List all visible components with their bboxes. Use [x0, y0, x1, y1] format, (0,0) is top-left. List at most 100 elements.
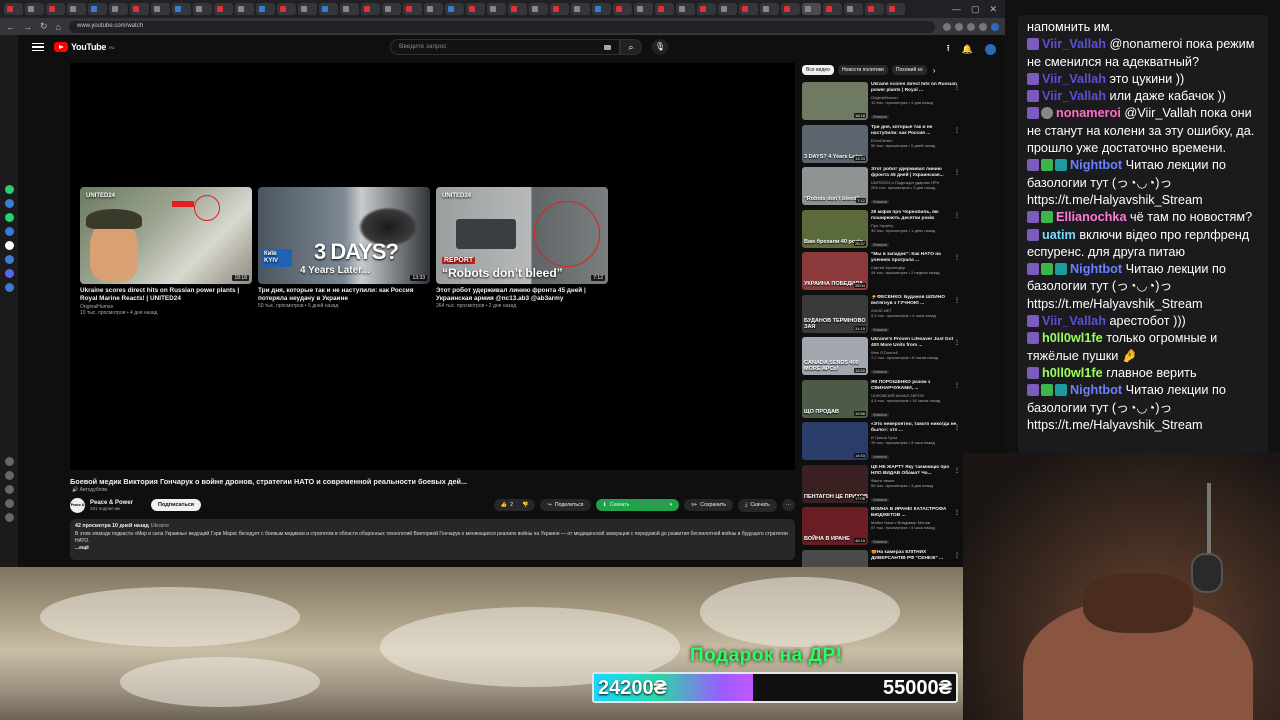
keyboard-icon[interactable] — [604, 45, 611, 50]
recommended-video[interactable]: 18:18 Ukraine scores direct hits on Russi… — [802, 82, 962, 125]
sidebar-app-icon[interactable] — [4, 213, 14, 222]
more-vertical-icon[interactable]: ⋮ — [954, 424, 960, 431]
download-quality-select[interactable]: 1080 - EN-HB — [634, 502, 666, 508]
browser-tab[interactable] — [88, 3, 107, 15]
settings-icon[interactable] — [4, 457, 14, 466]
recommended-video[interactable]: БУДАНОВ ТЕРМІНОВО ЗАЯ 31:15 ⚡ФЕСЕНКО: Буда… — [802, 294, 962, 338]
browser-tab[interactable] — [151, 3, 170, 15]
recommended-title[interactable]: "Мы в западнє": Как НАТО на учениях прог… — [871, 252, 957, 264]
thumbs-down-icon[interactable]: 👎 — [522, 502, 528, 508]
more-icon[interactable] — [4, 513, 14, 522]
recommended-thumbnail[interactable]: ВОЙНА В ИРАНЕ 45:15 — [802, 507, 868, 545]
recommended-thumbnail[interactable]: 3 DAYS? 4 Years Later... 13:33 — [802, 124, 868, 163]
endcard-video-1[interactable]: UNITED24 18:18 Ukraine scores direct hit… — [80, 187, 252, 316]
browser-tab[interactable] — [109, 3, 128, 15]
recommended-title[interactable]: Три дня, которые так и не наступили: как… — [871, 125, 957, 137]
more-vertical-icon[interactable]: ⋮ — [954, 254, 960, 261]
browser-tab[interactable] — [46, 3, 65, 15]
search-button[interactable]: ⌕ — [620, 39, 642, 55]
bell-icon[interactable]: 🔔 — [962, 44, 973, 55]
chat-username[interactable]: Nightbot — [1070, 158, 1122, 172]
extension-icon[interactable] — [943, 22, 951, 31]
endcard-video-2[interactable]: 3 DAYS? 4 Years Later... Київ KYIV 13:33… — [258, 187, 430, 309]
browser-tab[interactable] — [760, 3, 779, 15]
browser-tab[interactable] — [550, 3, 569, 15]
chip-filter[interactable]: Все видео — [802, 65, 834, 75]
more-vertical-icon[interactable]: ⋮ — [954, 552, 960, 559]
upload-icon[interactable]: ⭱ — [947, 41, 950, 57]
browser-tab[interactable] — [697, 3, 716, 15]
like-dislike-button[interactable]: 👍 2 👎 — [493, 499, 536, 511]
recommended-title[interactable]: Ukraine scores direct hits on Russian po… — [871, 82, 957, 94]
search-input[interactable]: Введите запрос — [390, 39, 620, 55]
chat-username[interactable]: nonameroi — [1056, 106, 1121, 120]
sidebar-app-icon[interactable] — [4, 283, 14, 292]
chip-filter[interactable]: Похожий ко — [891, 65, 927, 75]
more-vertical-icon[interactable]: ⋮ — [954, 169, 960, 176]
browser-tab[interactable] — [445, 3, 464, 15]
browser-tab[interactable] — [340, 3, 359, 15]
browser-tab[interactable] — [319, 3, 338, 15]
thumbs-up-icon[interactable]: 👍 — [501, 502, 507, 508]
browser-tab[interactable] — [634, 3, 653, 15]
browser-tab[interactable] — [718, 3, 737, 15]
endcard-title[interactable]: Этот робот удерживал линию фронта 45 дне… — [436, 287, 608, 303]
endcard-title[interactable]: Три дня, которые так и не наступили: как… — [258, 287, 430, 303]
chat-username[interactable]: Viir_Vallah — [1042, 314, 1106, 328]
recommended-thumbnail[interactable] — [802, 549, 868, 567]
browser-tab[interactable] — [571, 3, 590, 15]
chevron-right-icon[interactable]: › — [933, 66, 936, 75]
browser-tab[interactable] — [739, 3, 758, 15]
sidebar-app-icon[interactable] — [4, 185, 14, 194]
recommended-video[interactable]: ВОЙНА В ИРАНЕ 45:15 ВОЙНА В ИРАНЕ/ КАТАСТР… — [802, 507, 962, 550]
home-icon[interactable]: ⌂ — [56, 22, 61, 32]
chevron-down-icon[interactable]: ▾ — [670, 502, 673, 508]
sidebar-app-icon[interactable] — [4, 241, 14, 250]
sidebar-app-icon[interactable] — [4, 269, 14, 278]
recommended-video[interactable]: 14:53 «Это невероятно, такого никогда не … — [802, 422, 962, 465]
subscribe-button[interactable]: Подписаться — [151, 499, 201, 511]
download-extension-button[interactable]: ⬇ Скачать 1080 - EN-HB ▾ — [595, 499, 680, 511]
voice-search-button[interactable]: 🎙 — [652, 39, 668, 55]
browser-tab[interactable] — [886, 3, 905, 15]
browser-tab[interactable] — [4, 3, 23, 15]
share-button[interactable]: ↪ Поделиться — [540, 499, 591, 511]
extension-icon[interactable] — [955, 22, 963, 31]
recommended-thumbnail[interactable]: УКРАИНА ПОБЕДИЛА 28:04 — [802, 252, 868, 290]
pin-icon[interactable] — [4, 499, 14, 508]
chat-username[interactable]: h0ll0wl1fe — [1042, 366, 1103, 380]
browser-tab[interactable] — [130, 3, 149, 15]
browser-tab[interactable] — [802, 3, 821, 15]
profile-icon[interactable] — [991, 22, 999, 31]
browser-tab[interactable] — [235, 3, 254, 15]
browser-tab[interactable] — [655, 3, 674, 15]
recommended-thumbnail[interactable]: “Robots don’t bleed” 7:12 — [802, 167, 868, 205]
url-input[interactable]: www.youtube.com/watch — [68, 20, 935, 33]
endcard-video-3[interactable]: UNITED24 REPORT “Robots don’t bleed” 7:1… — [436, 187, 608, 309]
channel-name[interactable]: Peace & Power — [90, 500, 133, 506]
chat-username[interactable]: Viir_Vallah — [1042, 72, 1106, 86]
more-actions-button[interactable]: ··· — [781, 499, 795, 511]
chat-username[interactable]: Viir_Vallah — [1042, 37, 1106, 51]
browser-tab[interactable] — [592, 3, 611, 15]
recommended-video[interactable]: 😡На камерах ЕЛІТНИХ ДИВЕРСАНТІВ РФ "СЕНЕ… — [802, 549, 962, 567]
recommended-title[interactable]: 😡На камерах ЕЛІТНИХ ДИВЕРСАНТІВ РФ "СЕНЕ… — [871, 550, 957, 562]
download-button[interactable]: ⤓ Скачать — [738, 498, 777, 512]
recommended-title[interactable]: ЦЕ НЕ ЖАРТ? Яку таємницю про НЛО ВИДАВ О… — [871, 465, 957, 477]
description-more-link[interactable]: ...ещё — [75, 545, 790, 551]
browser-tab[interactable] — [403, 3, 422, 15]
recommended-video[interactable]: 3 DAYS? 4 Years Later... 13:33 Три дня, ко… — [802, 124, 962, 168]
chip-filter[interactable]: Новости политики — [837, 65, 888, 75]
recommended-title[interactable]: Ukraine's Proven Lifesaver Just Got 400 … — [871, 337, 957, 349]
browser-tab[interactable] — [781, 3, 800, 15]
video-description[interactable]: 42 просмотра 10 дней назад Ukraine В этом… — [70, 519, 795, 560]
more-vertical-icon[interactable]: ⋮ — [954, 127, 960, 134]
sidebar-app-icon[interactable] — [4, 199, 14, 208]
sidebar-app-icon[interactable] — [4, 255, 14, 264]
recommended-thumbnail[interactable]: CANADA SENDS 400 MORE APCs! 13:20 — [802, 337, 868, 375]
recommended-title[interactable]: Этот робот удерживал линию фронта 45 дне… — [871, 167, 957, 179]
browser-tab[interactable] — [508, 3, 527, 15]
recommended-video[interactable]: CANADA SENDS 400 MORE APCs! 13:20 Ukraine'… — [802, 337, 962, 380]
browser-tab[interactable] — [67, 3, 86, 15]
maximize-icon[interactable]: ▢ — [971, 4, 980, 15]
